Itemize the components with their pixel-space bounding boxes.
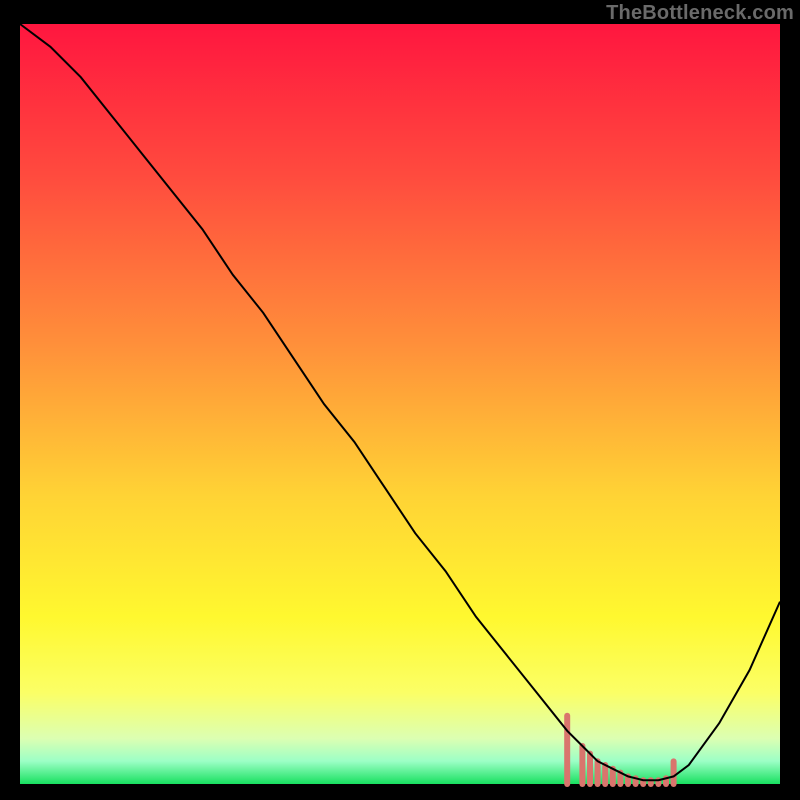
- bottleneck-chart: [0, 0, 800, 800]
- chart-container: TheBottleneck.com: [0, 0, 800, 800]
- plot-background: [20, 24, 780, 784]
- watermark-text: TheBottleneck.com: [606, 2, 794, 25]
